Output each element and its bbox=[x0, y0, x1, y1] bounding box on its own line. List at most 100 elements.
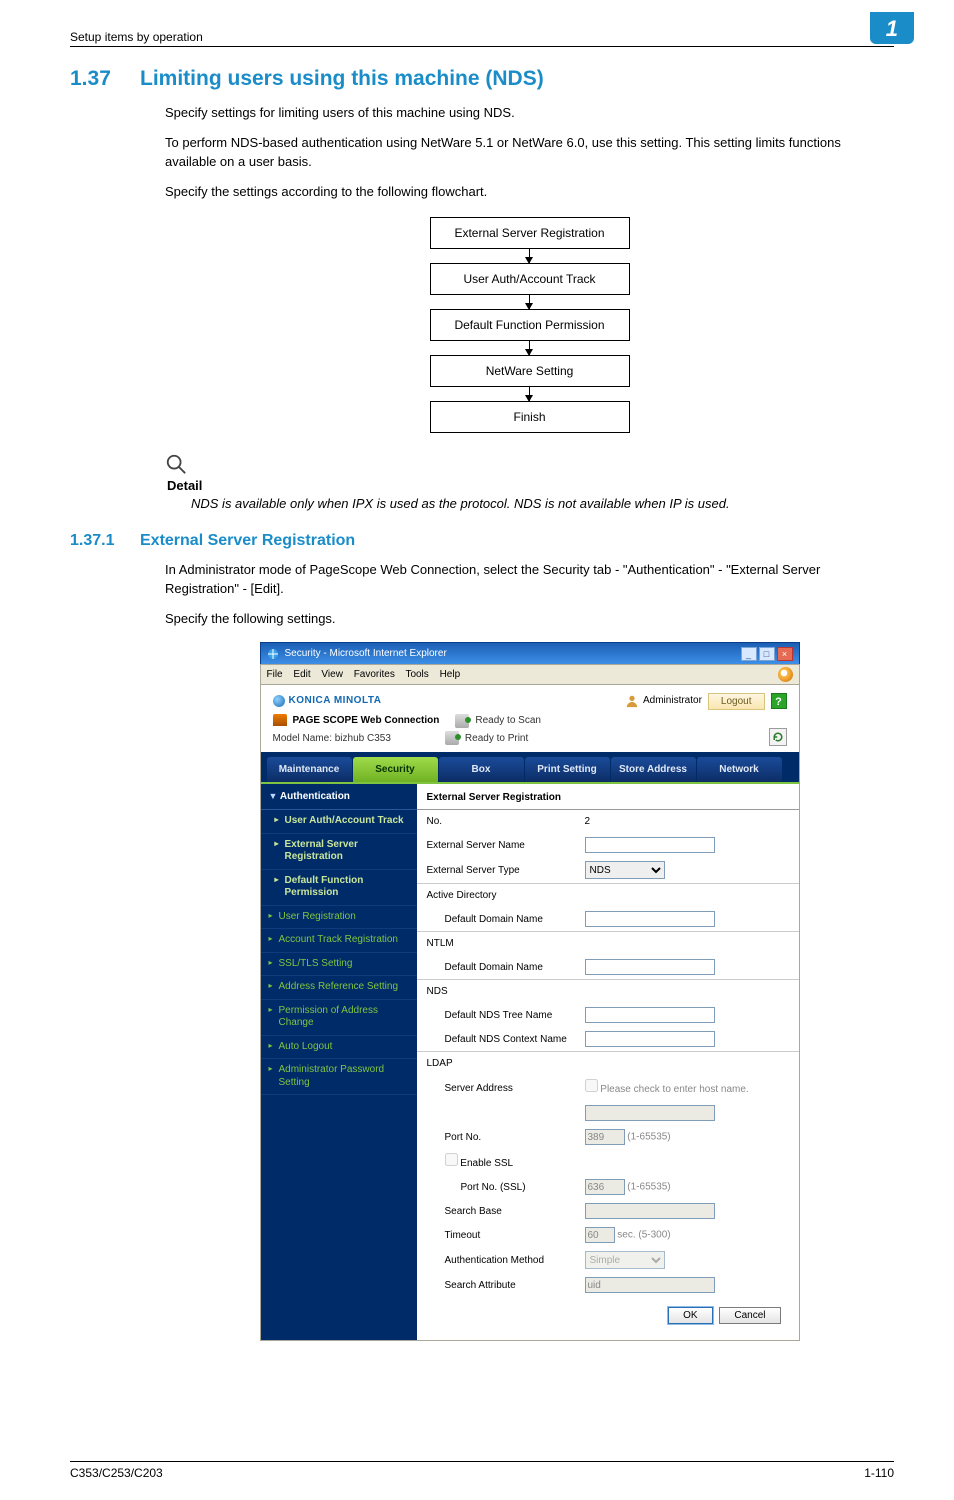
auth-method-select[interactable]: Simple bbox=[585, 1251, 665, 1269]
admin-label: Administrator bbox=[643, 693, 702, 708]
admin-icon bbox=[625, 694, 639, 708]
port-ssl-input[interactable] bbox=[585, 1179, 625, 1195]
close-button[interactable]: × bbox=[777, 647, 793, 661]
menu-file[interactable]: File bbox=[267, 669, 283, 680]
sidebar: Authentication User Auth/Account Track E… bbox=[261, 784, 417, 1340]
section-heading: 1.37Limiting users using this machine (N… bbox=[70, 67, 894, 91]
ext-server-name-label: External Server Name bbox=[417, 833, 577, 857]
nds-tree-input[interactable] bbox=[585, 1007, 715, 1023]
ntlm-ddn-label: Default Domain Name bbox=[417, 955, 577, 980]
tab-security[interactable]: Security bbox=[353, 757, 438, 782]
ie-icon bbox=[267, 648, 279, 660]
flowchart: External Server Registration User Auth/A… bbox=[165, 217, 894, 433]
flow-step: Finish bbox=[430, 401, 630, 433]
detail-text: NDS is available only when IPX is used a… bbox=[191, 495, 894, 514]
app-screenshot: Security - Microsoft Internet Explorer _… bbox=[260, 642, 800, 1341]
flow-arrow bbox=[529, 295, 530, 309]
flow-step: User Auth/Account Track bbox=[430, 263, 630, 295]
enable-ssl-checkbox[interactable] bbox=[445, 1153, 458, 1166]
ie-throbber-icon bbox=[778, 667, 793, 682]
ldap-server-label: Server Address bbox=[417, 1075, 577, 1101]
sidebar-item-user-auth[interactable]: User Auth/Account Track bbox=[261, 810, 417, 834]
tab-print-setting[interactable]: Print Setting bbox=[525, 757, 610, 782]
cancel-button[interactable]: Cancel bbox=[719, 1307, 780, 1324]
ntlm-group-label: NTLM bbox=[417, 932, 577, 956]
port-label: Port No. bbox=[417, 1125, 577, 1149]
search-attr-label: Search Attribute bbox=[417, 1273, 577, 1297]
para-1: Specify settings for limiting users of t… bbox=[165, 103, 894, 123]
sidebar-item-account-track-reg[interactable]: Account Track Registration bbox=[261, 929, 417, 953]
tab-bar: Maintenance Security Box Print Setting S… bbox=[261, 752, 799, 784]
ldap-hostname-checkbox[interactable] bbox=[585, 1079, 598, 1092]
port-ssl-label: Port No. (SSL) bbox=[417, 1175, 577, 1199]
ext-server-type-select[interactable]: NDS bbox=[585, 861, 665, 879]
sidebar-item-perm-addr-change[interactable]: Permission of Address Change bbox=[261, 1000, 417, 1036]
sub-para-2: Specify the following settings. bbox=[165, 609, 894, 629]
search-attr-input[interactable] bbox=[585, 1277, 715, 1293]
ntlm-ddn-input[interactable] bbox=[585, 959, 715, 975]
refresh-button[interactable] bbox=[769, 728, 787, 746]
sidebar-item-user-reg[interactable]: User Registration bbox=[261, 906, 417, 930]
nds-ctx-input[interactable] bbox=[585, 1031, 715, 1047]
sidebar-item-default-func-perm[interactable]: Default Function Permission bbox=[261, 870, 417, 906]
sidebar-group-auth[interactable]: Authentication bbox=[261, 784, 417, 810]
tab-network[interactable]: Network bbox=[697, 757, 782, 782]
flow-step: External Server Registration bbox=[430, 217, 630, 249]
model-name: Model Name: bizhub C353 bbox=[273, 731, 391, 746]
scan-status-icon bbox=[455, 714, 469, 728]
panel-title: External Server Registration bbox=[417, 784, 799, 810]
nds-ctx-label: Default NDS Context Name bbox=[417, 1027, 577, 1052]
menu-help[interactable]: Help bbox=[440, 669, 461, 680]
ext-server-name-input[interactable] bbox=[585, 837, 715, 853]
sub-para-1: In Administrator mode of PageScope Web C… bbox=[165, 560, 894, 599]
footer-right: 1-110 bbox=[864, 1466, 894, 1480]
tab-maintenance[interactable]: Maintenance bbox=[267, 757, 352, 782]
help-button[interactable]: ? bbox=[771, 693, 787, 709]
auth-method-label: Authentication Method bbox=[417, 1247, 577, 1273]
flow-step: Default Function Permission bbox=[430, 309, 630, 341]
chapter-badge: 1 bbox=[870, 12, 914, 44]
ok-button[interactable]: OK bbox=[668, 1307, 712, 1324]
magnifier-icon bbox=[165, 453, 187, 475]
sidebar-item-addr-ref[interactable]: Address Reference Setting bbox=[261, 976, 417, 1000]
no-value: 2 bbox=[577, 810, 799, 833]
ad-group-label: Active Directory bbox=[417, 884, 577, 908]
para-2: To perform NDS-based authentication usin… bbox=[165, 133, 894, 172]
ldap-server-input[interactable] bbox=[585, 1105, 715, 1121]
timeout-input[interactable] bbox=[585, 1227, 615, 1243]
sidebar-item-ext-server-reg[interactable]: External Server Registration bbox=[261, 834, 417, 870]
sidebar-item-ssl-tls[interactable]: SSL/TLS Setting bbox=[261, 953, 417, 977]
ie-menubar: File Edit View Favorites Tools Help bbox=[260, 664, 800, 685]
menu-tools[interactable]: Tools bbox=[405, 669, 428, 680]
menu-favorites[interactable]: Favorites bbox=[354, 669, 395, 680]
sidebar-item-auto-logout[interactable]: Auto Logout bbox=[261, 1036, 417, 1060]
timeout-label: Timeout bbox=[417, 1223, 577, 1247]
nds-group-label: NDS bbox=[417, 980, 577, 1004]
maximize-button[interactable]: □ bbox=[759, 647, 775, 661]
no-label: No. bbox=[417, 810, 577, 833]
flow-arrow bbox=[529, 387, 530, 401]
tab-box[interactable]: Box bbox=[439, 757, 524, 782]
ext-server-type-label: External Server Type bbox=[417, 857, 577, 884]
menu-edit[interactable]: Edit bbox=[293, 669, 310, 680]
sidebar-item-admin-pwd[interactable]: Administrator Password Setting bbox=[261, 1059, 417, 1095]
logout-button[interactable]: Logout bbox=[708, 693, 765, 710]
app-header: KONICA MINOLTA PAGE SCOPE Web Connection… bbox=[261, 685, 799, 752]
ad-ddn-input[interactable] bbox=[585, 911, 715, 927]
footer-left: C353/C253/C203 bbox=[70, 1466, 163, 1480]
nds-tree-label: Default NDS Tree Name bbox=[417, 1003, 577, 1027]
pagescope-icon bbox=[273, 714, 287, 726]
detail-label: Detail bbox=[167, 478, 894, 493]
port-input[interactable] bbox=[585, 1129, 625, 1145]
flow-step: NetWare Setting bbox=[430, 355, 630, 387]
minimize-button[interactable]: _ bbox=[741, 647, 757, 661]
flow-arrow bbox=[529, 249, 530, 263]
print-status-icon bbox=[445, 731, 459, 745]
subsection-heading: 1.37.1External Server Registration bbox=[70, 532, 894, 550]
search-base-input[interactable] bbox=[585, 1203, 715, 1219]
menu-view[interactable]: View bbox=[321, 669, 343, 680]
enable-ssl-label: Enable SSL bbox=[460, 1158, 513, 1169]
flow-arrow bbox=[529, 341, 530, 355]
tab-store-address[interactable]: Store Address bbox=[611, 757, 696, 782]
ldap-host-hint: Please check to enter host name. bbox=[600, 1084, 748, 1095]
